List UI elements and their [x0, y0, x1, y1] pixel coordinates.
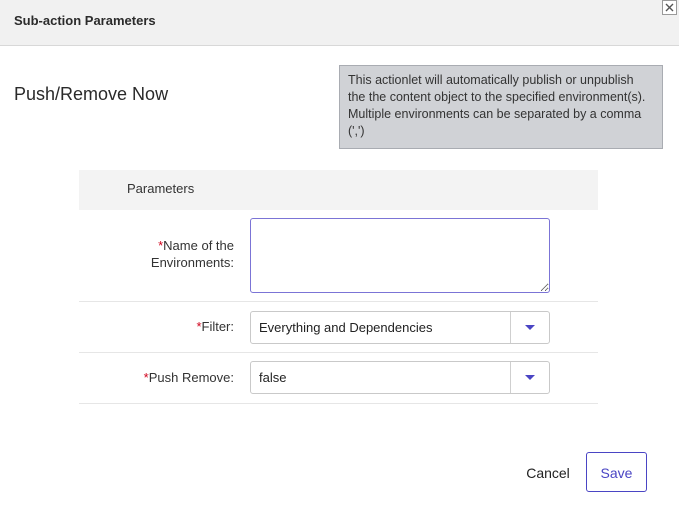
close-button[interactable] — [662, 0, 677, 15]
actionlet-hint: This actionlet will automatically publis… — [339, 65, 663, 149]
dialog-title: Sub-action Parameters — [14, 13, 156, 28]
environments-input[interactable] — [250, 218, 550, 293]
filter-select-divider — [510, 312, 511, 343]
save-button[interactable]: Save — [586, 452, 647, 492]
filter-select[interactable]: Everything and Dependencies — [250, 311, 550, 344]
environments-label-line2: Environments: — [150, 255, 234, 270]
push-remove-label: *Push Remove: — [144, 369, 234, 386]
page-title: Push/Remove Now — [14, 84, 169, 104]
filter-label: *Filter: — [196, 318, 234, 335]
sub-action-dialog: Sub-action Parameters Push/Remove Now Th… — [0, 0, 679, 515]
filter-selected-value: Everything and Dependencies — [259, 320, 433, 335]
filter-label-text: Filter: — [201, 319, 235, 334]
chevron-down-icon[interactable] — [525, 325, 535, 330]
environments-row: *Name of the Environments: — [79, 210, 598, 302]
push-remove-select-divider — [510, 362, 511, 393]
push-remove-label-text: Push Remove: — [148, 370, 234, 385]
environments-label-line1: Name of the — [163, 238, 234, 253]
dialog-header: Sub-action Parameters — [0, 0, 679, 46]
parameters-header: Parameters — [79, 170, 598, 210]
filter-row: *Filter: Everything and Dependencies — [79, 302, 598, 353]
push-remove-row: *Push Remove: false — [79, 353, 598, 404]
environments-label: *Name of the Environments: — [151, 237, 234, 271]
close-icon — [665, 3, 674, 12]
push-remove-selected-value: false — [259, 370, 287, 385]
parameters-header-label: Parameters — [127, 181, 195, 196]
cancel-button[interactable]: Cancel — [520, 460, 576, 484]
push-remove-select[interactable]: false — [250, 361, 550, 394]
chevron-down-icon[interactable] — [525, 375, 535, 380]
